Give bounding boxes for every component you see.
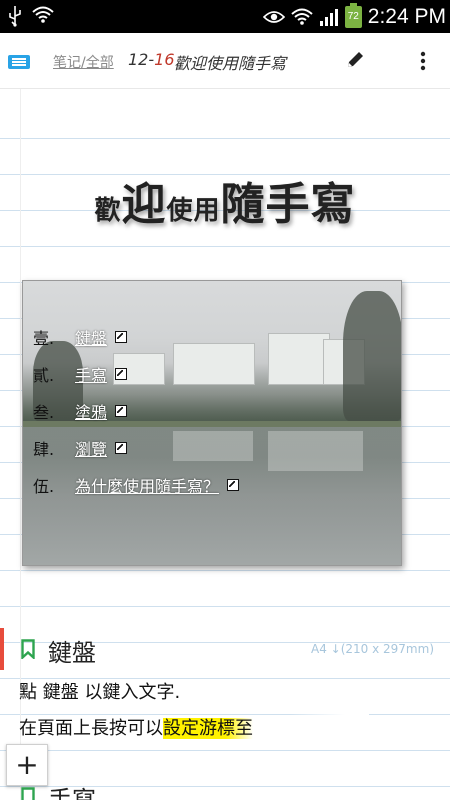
welcome-part-1: 歡 <box>94 196 122 226</box>
battery-level: 72 <box>347 11 359 22</box>
note-text-line: 在頁面上長按可以設定游標至 <box>19 714 369 740</box>
battery-icon: 72 <box>344 2 362 28</box>
toc-link-keyboard[interactable]: 鍵盤 <box>75 325 107 349</box>
page-title: 歡迎使用隨手寫 <box>174 54 287 73</box>
note-text: 在頁面上長按可以 <box>19 718 163 739</box>
note-text-line: 點 鍵盤 以鍵入文字. <box>19 682 181 703</box>
toc-number: 叁. <box>33 402 55 422</box>
page-size-label[interactable]: A4 ↓(210 x 297mm) <box>311 642 434 656</box>
toc-link-doodle[interactable]: 塗鴉 <box>75 399 107 423</box>
external-link-icon <box>227 478 240 491</box>
photo-building <box>268 333 330 385</box>
photo-reflection <box>268 431 363 471</box>
pencil-icon[interactable] <box>344 49 366 71</box>
status-bar: 72 2:24 PM <box>0 0 450 33</box>
bookmark-icon[interactable] <box>21 787 35 800</box>
eye-icon <box>262 10 285 23</box>
welcome-part-2: 迎 <box>121 179 167 230</box>
note-date: 12-16 <box>128 50 175 69</box>
toc-number: 壹. <box>33 328 55 348</box>
status-bar-left <box>8 5 54 27</box>
welcome-heading: 歡迎使用隨手寫 <box>0 168 450 232</box>
signal-icon <box>319 8 338 26</box>
table-of-contents: 壹. 鍵盤 貳. 手寫 叁. 塗鴉 肆. 瀏覽 伍. 為什麼使用隨手寫？ <box>33 318 240 503</box>
toc-item[interactable]: 伍. 為什麼使用隨手寫？ <box>33 466 240 503</box>
photo-tree <box>343 291 401 421</box>
toc-number: 肆. <box>33 439 55 459</box>
breadcrumb[interactable]: 笔记/全部 <box>53 52 114 72</box>
more-vertical-icon[interactable] <box>417 49 429 73</box>
plus-icon: + <box>15 748 39 781</box>
toc-link-handwriting[interactable]: 手寫 <box>75 362 107 386</box>
toc-item[interactable]: 貳. 手寫 <box>33 355 239 392</box>
toc-item[interactable]: 壹. 鍵盤 <box>33 318 239 355</box>
toc-link-browse[interactable]: 瀏覽 <box>75 436 107 460</box>
section-title: 手寫 <box>48 786 96 800</box>
section-title: 鍵盤 <box>48 639 96 667</box>
cover-photo: 壹. 鍵盤 貳. 手寫 叁. 塗鴉 肆. 瀏覽 伍. 為什麼使用隨手寫？ <box>22 280 402 566</box>
note-date-month: 12- <box>128 50 155 69</box>
menu-icon[interactable] <box>8 55 30 69</box>
bookmark-icon[interactable] <box>21 639 35 659</box>
app-bar: 笔记/全部 12-16 歡迎使用隨手寫 <box>0 33 450 89</box>
wifi-icon <box>291 8 313 25</box>
clock: 2:24 PM <box>367 4 446 28</box>
welcome-part-3: 使用 <box>166 196 221 226</box>
toc-number: 伍. <box>33 476 55 496</box>
external-link-icon <box>115 367 128 380</box>
external-link-icon <box>115 441 128 454</box>
text-fade <box>289 714 369 740</box>
external-link-icon <box>115 330 128 343</box>
add-button[interactable]: + <box>6 744 48 786</box>
wifi-icon <box>32 6 54 23</box>
toc-item[interactable]: 肆. 瀏覽 <box>33 429 239 466</box>
note-date-day: 16 <box>154 50 175 69</box>
toc-number: 貳. <box>33 365 55 385</box>
welcome-part-4: 隨手寫 <box>220 179 356 230</box>
toc-link-why[interactable]: 為什麼使用隨手寫？ <box>75 473 219 497</box>
status-bar-right: 72 2:24 PM <box>262 0 446 33</box>
toc-item[interactable]: 叁. 塗鴉 <box>33 392 239 429</box>
screen: 72 2:24 PM 笔记/全部 12-16 歡迎使用隨手寫 歡迎使用隨手寫 壹… <box>0 0 450 800</box>
external-link-icon <box>115 404 128 417</box>
usb-icon <box>9 6 21 27</box>
highlighted-text: 設定游標至 <box>163 718 253 739</box>
section-indicator <box>0 628 4 670</box>
